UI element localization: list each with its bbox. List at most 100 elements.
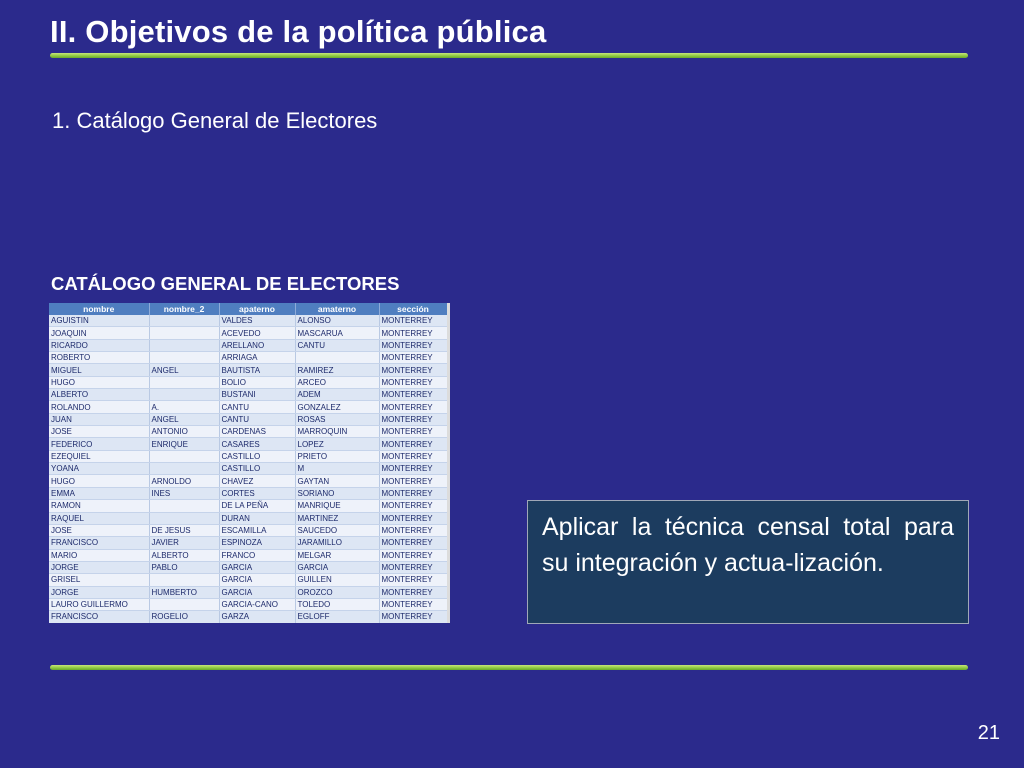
table-header-row: nombre nombre_2 apaterno amaterno secció…: [49, 303, 447, 315]
table-cell: MARTINEZ: [295, 512, 380, 525]
table-cell: ALONSO: [295, 315, 380, 328]
table-cell: CARDENAS: [219, 425, 296, 439]
table-cell: HUGO: [49, 376, 150, 390]
table-caption: CATÁLOGO GENERAL DE ELECTORES: [51, 273, 400, 294]
table-cell: MONTERREY: [379, 549, 447, 562]
table-cell: ROGELIO: [149, 610, 220, 623]
table-cell: MONTERREY: [379, 499, 447, 513]
table-cell: ARELLANO: [219, 339, 296, 353]
table-cell: [149, 376, 220, 390]
table-cell: MONTERREY: [379, 561, 447, 575]
table-cell: [149, 326, 220, 340]
table-cell: FRANCISCO: [49, 536, 150, 550]
table-row: RICARDO ARELLANO CANTU MONTERREY: [49, 339, 447, 353]
table-cell: JAVIER: [149, 536, 220, 550]
table-cell: GONZALEZ: [295, 400, 380, 414]
table-row: JUAN ANGEL CANTU ROSAS MONTERREY: [49, 413, 447, 427]
table-cell: GARCIA: [219, 586, 296, 599]
table-cell: MONTERREY: [379, 536, 447, 550]
table-cell: MONTERREY: [379, 326, 447, 340]
table-cell: [149, 573, 220, 587]
table-row: JORGE HUMBERTO GARCIA OROZCO MONTERREY: [49, 586, 447, 599]
table-cell: ADEM: [295, 388, 380, 402]
table-cell: HUMBERTO: [149, 586, 220, 599]
table-row: FRANCISCO JAVIER ESPINOZA JARAMILLO MONTERRE…: [49, 536, 447, 550]
table-cell: ANGEL: [149, 363, 220, 377]
table-cell: [149, 351, 220, 365]
table-cell: MARROQUIN: [295, 425, 380, 439]
table-cell: JARAMILLO: [295, 536, 380, 550]
table-cell: GRISEL: [49, 573, 150, 587]
table-row: ROBERTO ARRIAGA MONTERREY: [49, 351, 447, 365]
table-cell: [149, 598, 220, 612]
table-cell: MONTERREY: [379, 450, 447, 464]
table-cell: MONTERREY: [379, 400, 447, 414]
column-header-nombre-2: nombre_2: [149, 303, 220, 315]
table-cell: [149, 450, 220, 464]
table-row: EMMA INES CORTES SORIANO MONTERREY: [49, 487, 447, 501]
table-cell: [149, 462, 220, 476]
table-cell: MONTERREY: [379, 462, 447, 476]
table-cell: MONTERREY: [379, 598, 447, 612]
table-cell: [295, 351, 380, 365]
table-cell: HUGO: [49, 474, 150, 488]
table-row: JOSE ANTONIO CARDENAS MARROQUIN MONTERREY: [49, 425, 447, 439]
table-cell: MONTERREY: [379, 425, 447, 439]
table-cell: ROSAS: [295, 413, 380, 427]
table-cell: ESPINOZA: [219, 536, 296, 550]
table-cell: JUAN: [49, 413, 150, 427]
table-row: JOSE DE JESUS ESCAMILLA SAUCEDO MONTERREY: [49, 524, 447, 538]
table-cell: [149, 388, 220, 402]
top-divider: [50, 53, 968, 58]
callout-box: Aplicar la técnica censal total para su …: [527, 500, 969, 624]
table-cell: MANRIQUE: [295, 499, 380, 513]
table-cell: GARCIA-CANO: [219, 598, 296, 612]
table-cell: OROZCO: [295, 586, 380, 599]
table-cell: MELGAR: [295, 549, 380, 562]
table-cell: FRANCO: [219, 549, 296, 562]
table-cell: [149, 512, 220, 525]
table-cell: YOANA: [49, 462, 150, 476]
table-cell: ROLANDO: [49, 400, 150, 414]
table-cell: CANTU: [219, 400, 296, 414]
table-cell: MONTERREY: [379, 512, 447, 525]
table-cell: MONTERREY: [379, 413, 447, 427]
table-cell: LAURO GUILLERMO: [49, 598, 150, 612]
table-cell: MONTERREY: [379, 388, 447, 402]
table-cell: MONTERREY: [379, 376, 447, 390]
table-row: MIGUEL ANGEL BAUTISTA RAMIREZ MONTERREY: [49, 363, 447, 377]
page-number: 21: [977, 722, 1000, 744]
table-cell: MONTERREY: [379, 437, 447, 451]
table-cell: CHAVEZ: [219, 474, 296, 488]
table-cell: M: [295, 462, 380, 476]
slide-title: II. Objetivos de la política pública: [50, 14, 547, 49]
table-cell: DURAN: [219, 512, 296, 525]
table-row: FRANCISCO ROGELIO GARZA EGLOFF MONTERREY: [49, 610, 447, 623]
table-cell: A.: [149, 400, 220, 414]
table-cell: [149, 339, 220, 353]
table-cell: JOSE: [49, 524, 150, 538]
table-cell: DE JESUS: [149, 524, 220, 538]
table-cell: ANTONIO: [149, 425, 220, 439]
slide-subtitle: 1. Catálogo General de Electores: [52, 108, 378, 133]
table-cell: MONTERREY: [379, 586, 447, 599]
table-cell: CASTILLO: [219, 450, 296, 464]
column-header-seccion: sección: [379, 303, 447, 315]
electors-table: nombre nombre_2 apaterno amaterno secció…: [49, 303, 447, 623]
table-cell: MONTERREY: [379, 573, 447, 587]
table-cell: ARNOLDO: [149, 474, 220, 488]
table-cell: CASARES: [219, 437, 296, 451]
table-cell: PABLO: [149, 561, 220, 575]
table-cell: GARZA: [219, 610, 296, 623]
table-row: JOAQUIN ACEVEDO MASCARUA MONTERREY: [49, 326, 447, 340]
table-body: AGUISTIN VALDES ALONSO MONTERREY JOAQUIN ACEV…: [49, 315, 447, 623]
table-cell: BOLIO: [219, 376, 296, 390]
table-cell: JORGE: [49, 561, 150, 575]
table-cell: EZEQUIEL: [49, 450, 150, 464]
table-row: YOANA CASTILLO M MONTERREY: [49, 462, 447, 476]
table-cell: ACEVEDO: [219, 326, 296, 340]
table-cell: CORTES: [219, 487, 296, 501]
table-cell: MONTERREY: [379, 339, 447, 353]
bottom-divider: [50, 665, 968, 670]
table-cell: JORGE: [49, 586, 150, 599]
